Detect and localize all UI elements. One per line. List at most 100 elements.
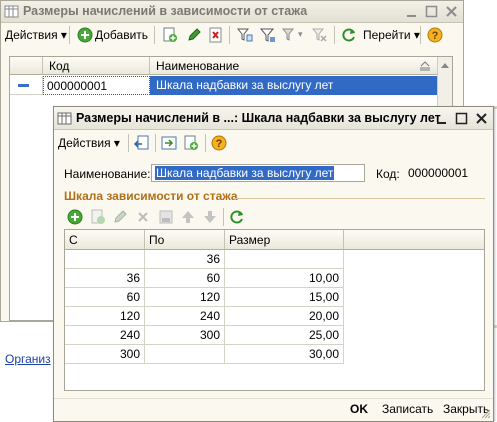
table-row[interactable]: 000000001 Шкала надбавки за выслугу лет: [10, 76, 438, 95]
maximize-icon[interactable]: [454, 111, 469, 126]
column-header-size[interactable]: Размер: [225, 230, 344, 250]
filter-icon[interactable]: [260, 27, 276, 43]
actions-menu-label: Действия: [5, 28, 58, 42]
cell-from[interactable]: 60: [65, 288, 145, 307]
back-window-titlebar: Размеры начислений в зависимости от стаж…: [1, 1, 463, 23]
column-header-to[interactable]: По: [145, 230, 225, 250]
table-icon: [57, 112, 72, 125]
table-row[interactable]: 240 300 25,00: [65, 326, 344, 345]
toolbar-separator: [420, 26, 421, 44]
back-window-toolbar: Действия ▾ Добавить ▾ Перейти ▾ ?: [1, 23, 463, 47]
section-divider: [235, 198, 485, 199]
table-row[interactable]: 60 120 15,00: [65, 288, 344, 307]
add-circle-icon[interactable]: [77, 27, 93, 43]
add-circle-icon[interactable]: [67, 209, 83, 225]
close-icon[interactable]: [474, 111, 489, 126]
cell-size[interactable]: 15,00: [225, 288, 344, 307]
delete-icon[interactable]: [208, 27, 224, 43]
cell-from[interactable]: 240: [65, 326, 145, 345]
maximize-icon[interactable]: [424, 4, 439, 19]
cell-to[interactable]: 60: [145, 269, 225, 288]
help-icon[interactable]: ?: [427, 27, 443, 43]
cell-name[interactable]: Шкала надбавки за выслугу лет: [150, 76, 438, 95]
cell-code[interactable]: 000000001: [43, 76, 150, 95]
minimize-icon[interactable]: [434, 111, 449, 126]
resize-grip-icon[interactable]: [481, 409, 491, 419]
row-marker: [10, 76, 43, 95]
organization-link[interactable]: Организ: [5, 352, 51, 366]
toolbar-separator: [155, 134, 156, 152]
cell-size[interactable]: [225, 250, 344, 269]
end-edit-icon[interactable]: [158, 209, 174, 225]
help-icon[interactable]: ?: [211, 135, 227, 151]
svg-text:?: ?: [432, 30, 439, 42]
cell-size[interactable]: 10,00: [225, 269, 344, 288]
close-icon[interactable]: [444, 4, 459, 19]
column-header-from[interactable]: С: [65, 230, 145, 250]
chevron-down-icon[interactable]: ▾: [298, 29, 303, 40]
dialog-title: Размеры начислений в ...: Шкала надбавки…: [76, 111, 441, 125]
cell-size[interactable]: 20,00: [225, 307, 344, 326]
name-label: Наименование:: [64, 167, 151, 181]
goto-menu-label: Перейти: [363, 28, 411, 42]
copy-icon[interactable]: [183, 135, 199, 151]
column-header-empty: [344, 230, 484, 250]
table-row[interactable]: 36: [65, 250, 344, 269]
refresh-icon[interactable]: [341, 27, 357, 43]
toolbar-separator: [69, 26, 70, 44]
copy-row-icon[interactable]: [90, 209, 106, 225]
footer-divider: [54, 398, 493, 399]
filter-list-icon[interactable]: [282, 27, 298, 43]
dialog-actions-menu[interactable]: Действия ▾: [58, 136, 120, 150]
dialog-toolbar: Действия ▾ ?: [54, 131, 493, 155]
edit-pencil-icon[interactable]: [186, 27, 202, 43]
window-border: [1, 241, 9, 323]
save-and-close-icon[interactable]: [134, 135, 150, 151]
toolbar-separator: [223, 208, 224, 226]
move-down-icon[interactable]: [202, 209, 218, 225]
cell-from[interactable]: 36: [65, 269, 145, 288]
code-label: Код:: [376, 167, 400, 181]
cell-from[interactable]: 120: [65, 307, 145, 326]
refresh-icon[interactable]: [229, 209, 245, 225]
table-row[interactable]: 120 240 20,00: [65, 307, 344, 326]
cell-size[interactable]: 25,00: [225, 326, 344, 345]
scroll-up-icon[interactable]: [440, 61, 450, 69]
column-header-name[interactable]: Наименование: [150, 57, 438, 75]
column-header-code[interactable]: Код: [43, 57, 150, 75]
dialog-actions-menu-label: Действия: [58, 136, 111, 150]
cell-to[interactable]: 120: [145, 288, 225, 307]
goto-menu[interactable]: Перейти ▾: [363, 28, 420, 42]
table-row[interactable]: 300 30,00: [65, 345, 344, 364]
copy-icon[interactable]: [162, 27, 178, 43]
cell-from[interactable]: [65, 250, 145, 269]
add-button[interactable]: Добавить: [95, 28, 148, 42]
ok-button[interactable]: OK: [350, 402, 368, 416]
row-marker-header: [10, 57, 43, 75]
edit-pencil-icon[interactable]: [112, 209, 128, 225]
cell-from[interactable]: 300: [65, 345, 145, 364]
clear-filter-icon[interactable]: [312, 27, 328, 43]
name-field[interactable]: Шкала надбавки за выслугу лет: [151, 164, 365, 182]
column-header-name-label: Наименование: [156, 59, 240, 73]
save-button[interactable]: Записать: [382, 402, 433, 416]
scale-table: С По Размер 36 36 60 10,00 60 120 15,00 …: [64, 229, 485, 391]
scale-edit-dialog: Размеры начислений в ...: Шкала надбавки…: [53, 106, 494, 422]
actions-menu[interactable]: Действия ▾: [5, 28, 67, 42]
cell-to[interactable]: 300: [145, 326, 225, 345]
table-toolbar: [64, 207, 264, 227]
cell-to[interactable]: 36: [145, 250, 225, 269]
filter-settings-icon[interactable]: [237, 27, 253, 43]
minimize-icon[interactable]: [404, 4, 419, 19]
dialog-titlebar: Размеры начислений в ...: Шкала надбавки…: [54, 107, 493, 130]
cell-to[interactable]: 240: [145, 307, 225, 326]
cell-size[interactable]: 30,00: [225, 345, 344, 364]
code-field[interactable]: 000000001: [404, 164, 486, 182]
move-up-icon[interactable]: [180, 209, 196, 225]
back-window-title: Размеры начислений в зависимости от стаж…: [23, 4, 308, 18]
table-row[interactable]: 36 60 10,00: [65, 269, 344, 288]
delete-row-icon[interactable]: [135, 209, 151, 225]
go-to-list-icon[interactable]: [161, 135, 177, 151]
cell-to[interactable]: [145, 345, 225, 364]
name-field-value: Шкала надбавки за выслугу лет: [155, 166, 335, 180]
